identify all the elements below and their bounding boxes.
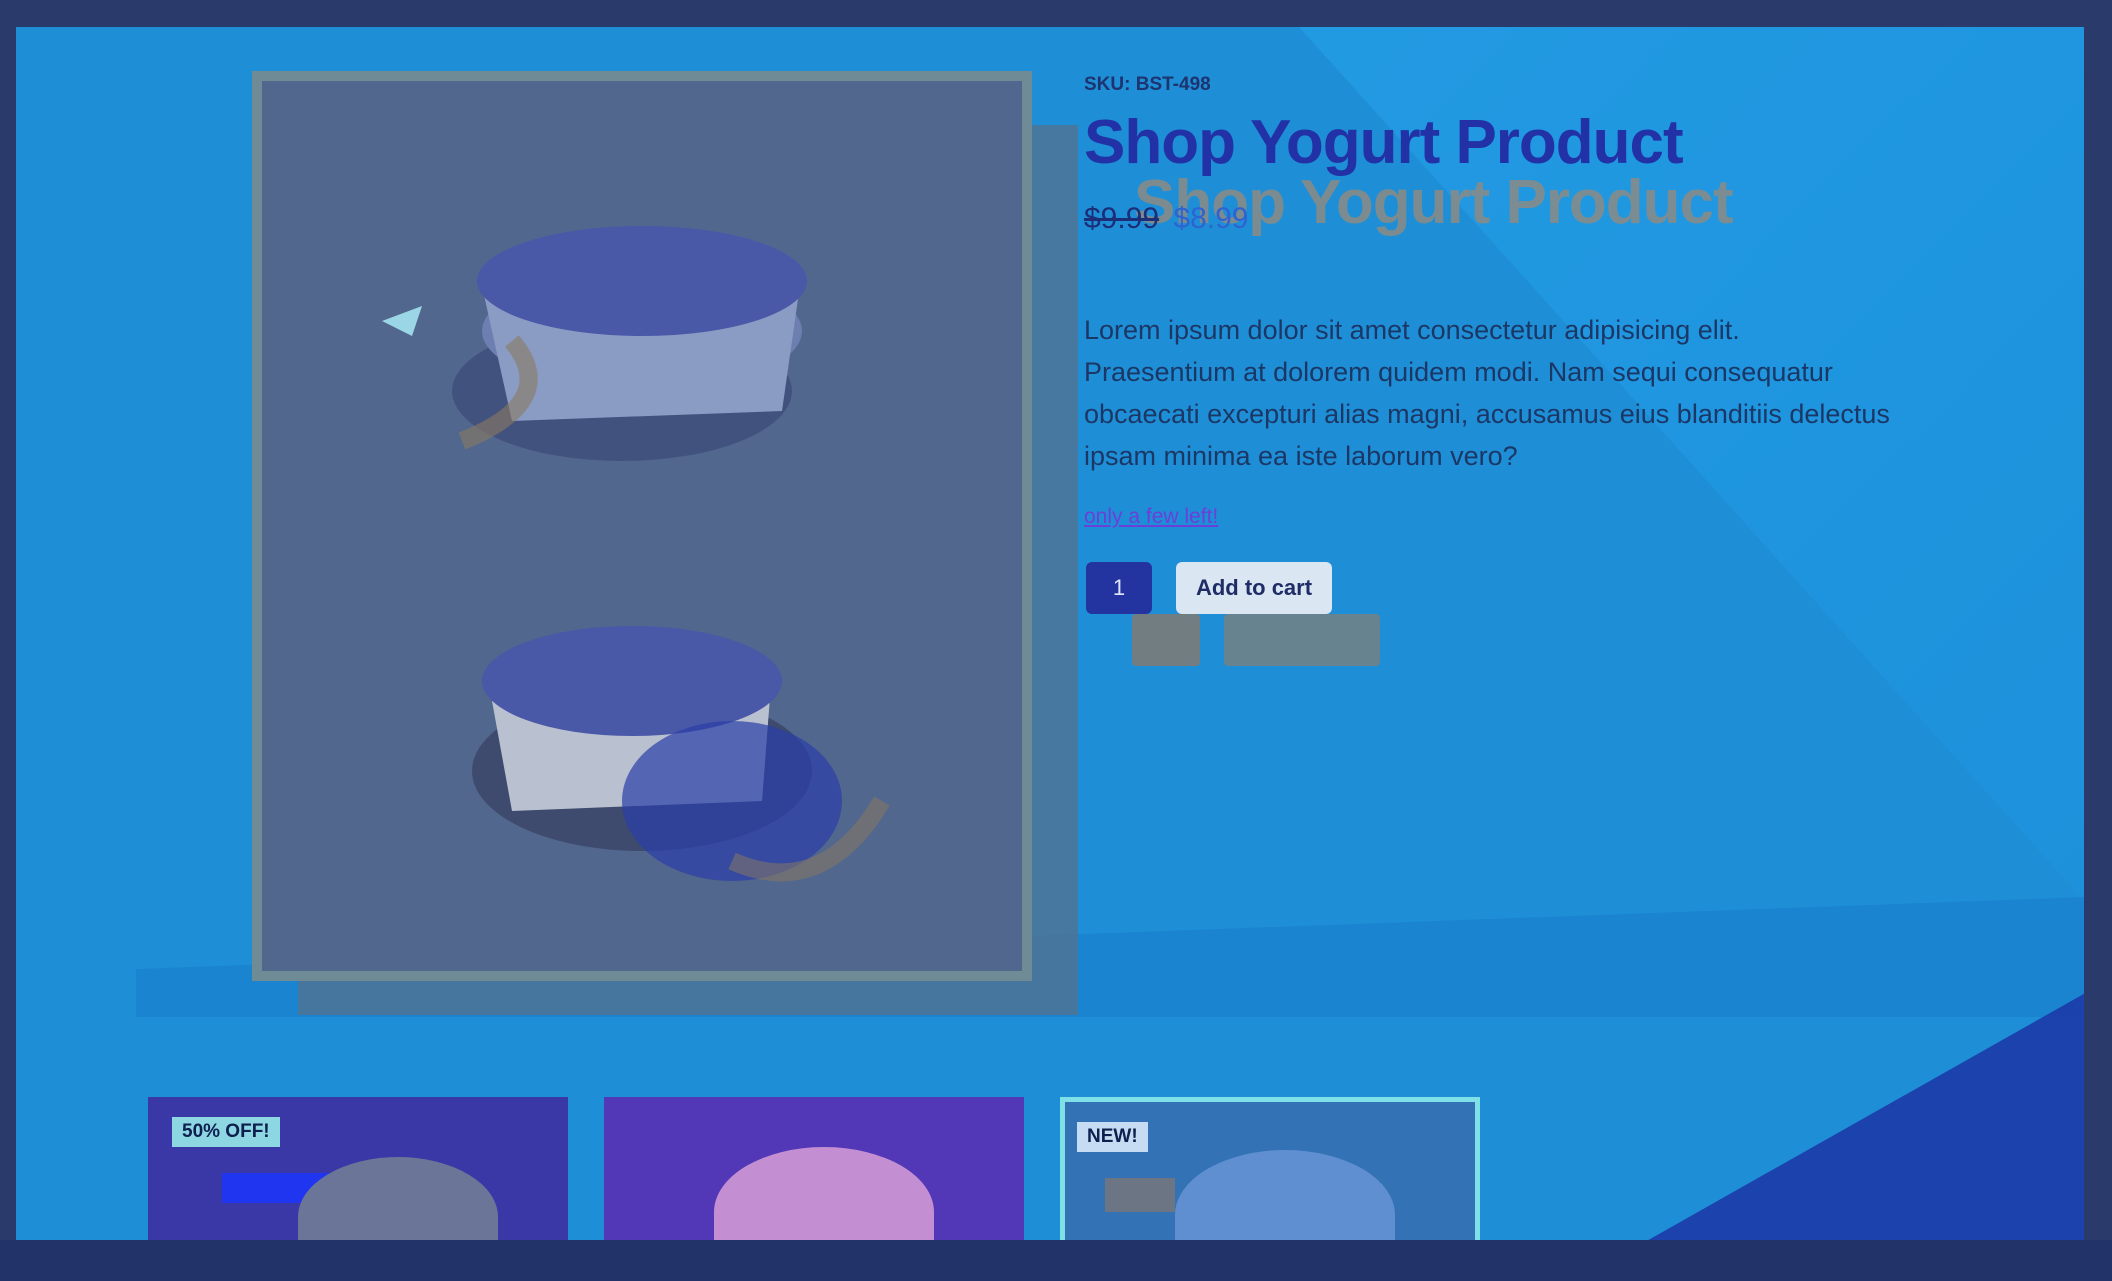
product-thumbnail xyxy=(1175,1150,1395,1240)
product-image[interactable] xyxy=(262,81,1022,971)
product-thumbnail xyxy=(298,1157,498,1240)
bottom-bar xyxy=(0,1240,2112,1281)
price-row: $9.99 $8.99 xyxy=(1084,202,1249,236)
related-product-card[interactable]: NEW! xyxy=(1060,1097,1480,1240)
discount-badge: 50% OFF! xyxy=(172,1117,280,1147)
related-product-card[interactable]: 50% OFF! xyxy=(148,1097,568,1240)
page-viewport: SKU: BST-498 Shop Yogurt Product Shop Yo… xyxy=(16,27,2084,1240)
new-badge: NEW! xyxy=(1077,1122,1148,1152)
quantity-input-ghost xyxy=(1132,614,1200,666)
price-old: $9.99 xyxy=(1084,202,1160,235)
product-thumbnail xyxy=(714,1147,934,1240)
price-new: $8.99 xyxy=(1173,202,1249,235)
product-tag xyxy=(1105,1178,1175,1212)
background-corner xyxy=(1636,987,2084,1240)
quantity-input[interactable]: 1 xyxy=(1086,562,1152,614)
yogurt-cups-illustration xyxy=(262,81,1022,971)
related-product-card[interactable] xyxy=(604,1097,1024,1240)
stock-note-link[interactable]: only a few left! xyxy=(1084,505,1218,529)
add-to-cart-button-ghost xyxy=(1224,614,1380,666)
product-sku: SKU: BST-498 xyxy=(1084,74,1211,95)
add-to-cart-button[interactable]: Add to cart xyxy=(1176,562,1332,614)
product-description: Lorem ipsum dolor sit amet consectetur a… xyxy=(1084,315,1890,471)
